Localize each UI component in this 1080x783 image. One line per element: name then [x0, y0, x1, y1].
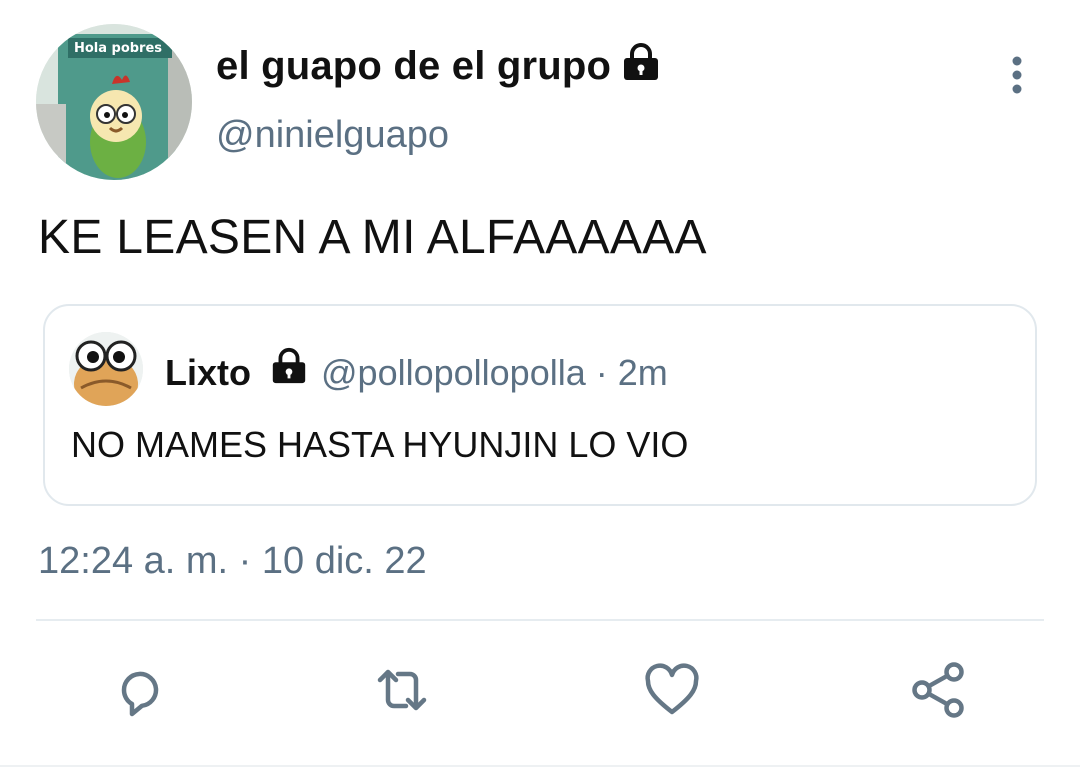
lock-icon: [620, 42, 662, 87]
heart-icon: [645, 663, 699, 715]
tweet-detail: Hola pobres el guapo de el grupo @niniel…: [0, 0, 1080, 783]
tweet-text: KE LEASEN A MI ALFAAAAAA: [38, 211, 707, 264]
share-button[interactable]: [906, 658, 970, 722]
divider: [0, 765, 1080, 767]
quoted-handle-time: @pollopollopolla · 2m: [321, 352, 668, 393]
quoted-text: NO MAMES HASTA HYUNJIN LO VIO: [71, 424, 689, 465]
divider: [36, 619, 1044, 621]
retweet-button[interactable]: [370, 658, 434, 722]
quoted-display-name: Lixto: [165, 352, 251, 393]
avatar-caption: Hola pobres: [74, 41, 162, 56]
share-icon: [912, 662, 964, 718]
like-button[interactable]: [640, 658, 704, 722]
more-vertical-icon: [1012, 56, 1022, 94]
more-options-button[interactable]: [1000, 54, 1034, 96]
reply-button[interactable]: [108, 658, 172, 722]
quoted-avatar[interactable]: [69, 332, 143, 406]
author-handle[interactable]: @ninielguapo: [216, 114, 449, 157]
reply-icon: [121, 671, 159, 717]
avatar-image: Hola pobres: [36, 24, 192, 180]
quoted-tweet[interactable]: Lixto @pollopollopolla · 2m NO MAMES HAS…: [43, 304, 1037, 506]
retweet-icon: [377, 669, 427, 711]
quoted-avatar-image: [69, 332, 143, 406]
lock-icon: [269, 346, 309, 391]
author-display-name[interactable]: el guapo de el grupo: [216, 44, 611, 89]
tweet-timestamp[interactable]: 12:24 a. m. · 10 dic. 22: [38, 540, 427, 583]
author-avatar[interactable]: Hola pobres: [36, 24, 192, 180]
